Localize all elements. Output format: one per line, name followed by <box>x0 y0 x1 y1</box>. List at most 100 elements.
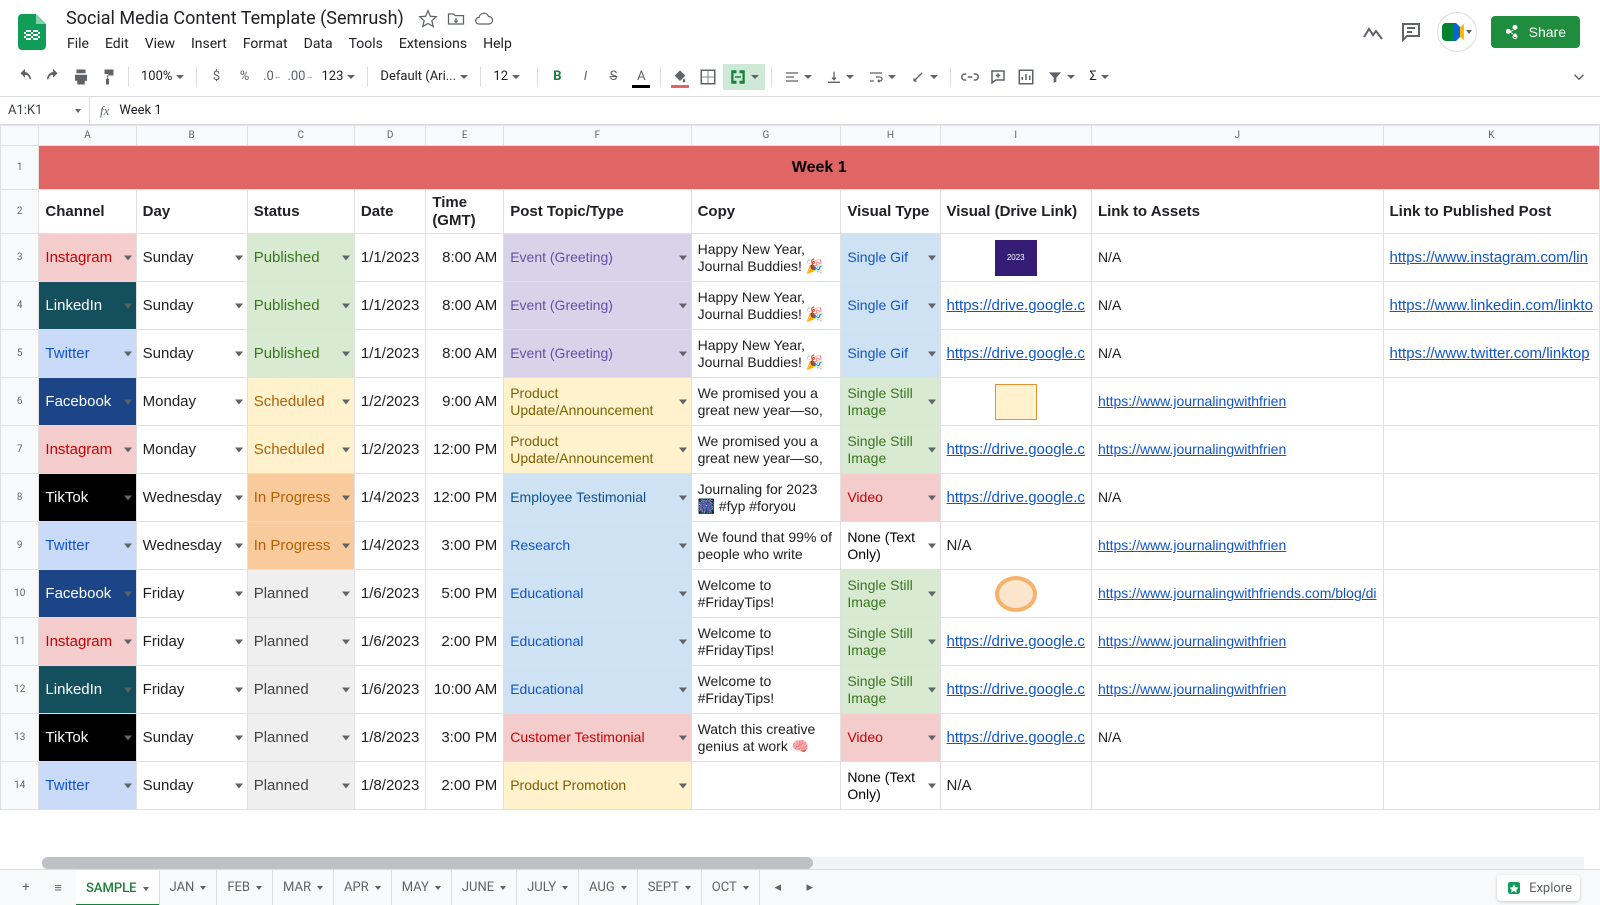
col-header-C[interactable]: C <box>247 126 354 146</box>
assets-cell[interactable]: https://www.journalingwithfriends.com/bl… <box>1091 570 1383 618</box>
topic-cell[interactable]: Product Update/Announcement <box>504 426 691 474</box>
row-header-8[interactable]: 8 <box>1 474 39 522</box>
channel-cell[interactable]: Twitter <box>39 522 136 570</box>
published-link-cell[interactable] <box>1383 378 1599 426</box>
merge-cells-button[interactable] <box>723 64 765 90</box>
assets-cell[interactable] <box>1091 762 1383 810</box>
font-family-dropdown[interactable]: Default (Ari... <box>374 64 474 90</box>
topic-cell[interactable]: Event (Greeting) <box>504 234 691 282</box>
font-size-dropdown[interactable]: 12 <box>487 64 531 90</box>
topic-cell[interactable]: Research <box>504 522 691 570</box>
assets-cell[interactable]: N/A <box>1091 714 1383 762</box>
published-link-cell[interactable] <box>1383 570 1599 618</box>
column-header[interactable]: Post Topic/Type <box>504 190 691 234</box>
date-cell[interactable]: 1/1/2023 <box>354 282 425 330</box>
row-header-14[interactable]: 14 <box>1 762 39 810</box>
visual-cell[interactable]: 2023 <box>940 234 1091 282</box>
date-cell[interactable]: 1/6/2023 <box>354 618 425 666</box>
topic-cell[interactable]: Educational <box>504 618 691 666</box>
channel-cell[interactable]: TikTok <box>39 474 136 522</box>
visual-type-cell[interactable]: Single Gif <box>841 330 940 378</box>
channel-cell[interactable]: TikTok <box>39 714 136 762</box>
menu-tools[interactable]: Tools <box>342 32 390 56</box>
time-cell[interactable]: 8:00 AM <box>426 282 504 330</box>
insert-chart-button[interactable] <box>1013 64 1039 90</box>
time-cell[interactable]: 3:00 PM <box>426 522 504 570</box>
topic-cell[interactable]: Educational <box>504 570 691 618</box>
status-cell[interactable]: Planned <box>247 570 354 618</box>
column-header[interactable]: Link to Assets <box>1091 190 1383 234</box>
channel-cell[interactable]: Twitter <box>39 330 136 378</box>
col-header-F[interactable]: F <box>504 126 691 146</box>
menu-view[interactable]: View <box>138 32 182 56</box>
date-cell[interactable]: 1/2/2023 <box>354 378 425 426</box>
topic-cell[interactable]: Customer Testimonial <box>504 714 691 762</box>
time-cell[interactable]: 12:00 PM <box>426 426 504 474</box>
date-cell[interactable]: 1/1/2023 <box>354 234 425 282</box>
functions-button[interactable]: Σ <box>1083 64 1114 90</box>
topic-cell[interactable]: Employee Testimonial <box>504 474 691 522</box>
column-header[interactable]: Time (GMT) <box>426 190 504 234</box>
day-cell[interactable]: Friday <box>136 666 247 714</box>
copy-cell[interactable]: Welcome to #FridayTips! <box>691 618 841 666</box>
row-header-11[interactable]: 11 <box>1 618 39 666</box>
column-header[interactable]: Date <box>354 190 425 234</box>
row-header-4[interactable]: 4 <box>1 282 39 330</box>
day-cell[interactable]: Friday <box>136 618 247 666</box>
column-header[interactable]: Link to Published Post <box>1383 190 1599 234</box>
filter-button[interactable] <box>1041 64 1081 90</box>
sheet-tab-jan[interactable]: JAN <box>160 870 218 905</box>
published-link-cell[interactable] <box>1383 714 1599 762</box>
row-header-2[interactable]: 2 <box>1 190 39 234</box>
visual-cell[interactable]: https://drive.google.c <box>940 714 1091 762</box>
all-sheets-button[interactable]: ≡ <box>44 874 72 902</box>
column-header[interactable]: Channel <box>39 190 136 234</box>
col-header-G[interactable]: G <box>691 126 841 146</box>
status-cell[interactable]: Scheduled <box>247 378 354 426</box>
visual-type-cell[interactable]: Single Still Image <box>841 666 940 714</box>
sheet-tab-may[interactable]: MAY <box>392 870 452 905</box>
expand-toolbar-button[interactable] <box>1566 64 1592 90</box>
currency-button[interactable]: $ <box>203 64 229 90</box>
channel-cell[interactable]: Instagram <box>39 234 136 282</box>
published-link-cell[interactable]: https://www.instagram.com/lin <box>1383 234 1599 282</box>
assets-cell[interactable]: https://www.journalingwithfrien <box>1091 426 1383 474</box>
column-header[interactable]: Visual Type <box>841 190 940 234</box>
visual-cell[interactable]: https://drive.google.c <box>940 618 1091 666</box>
status-cell[interactable]: In Progress <box>247 474 354 522</box>
day-cell[interactable]: Friday <box>136 570 247 618</box>
copy-cell[interactable]: We found that 99% of people who write <box>691 522 841 570</box>
insert-link-button[interactable] <box>957 64 983 90</box>
menu-help[interactable]: Help <box>476 32 519 56</box>
published-link-cell[interactable] <box>1383 666 1599 714</box>
sheet-tab-sept[interactable]: SEPT <box>638 870 702 905</box>
visual-cell[interactable]: https://drive.google.c <box>940 282 1091 330</box>
date-cell[interactable]: 1/1/2023 <box>354 330 425 378</box>
more-formats-dropdown[interactable]: 123 <box>316 64 362 90</box>
col-header-D[interactable]: D <box>354 126 425 146</box>
visual-type-cell[interactable]: Single Gif <box>841 234 940 282</box>
copy-cell[interactable]: Welcome to #FridayTips! <box>691 666 841 714</box>
published-link-cell[interactable] <box>1383 762 1599 810</box>
italic-button[interactable]: I <box>572 64 598 90</box>
zoom-dropdown[interactable]: 100% <box>135 64 190 90</box>
increase-decimal-button[interactable]: .00→ <box>287 64 313 90</box>
visual-type-cell[interactable]: Single Still Image <box>841 378 940 426</box>
assets-cell[interactable]: N/A <box>1091 474 1383 522</box>
assets-cell[interactable]: https://www.journalingwithfrien <box>1091 378 1383 426</box>
scroll-tabs-left[interactable]: ◂ <box>764 874 792 902</box>
row-header-13[interactable]: 13 <box>1 714 39 762</box>
star-icon[interactable] <box>418 9 438 29</box>
visual-cell[interactable]: N/A <box>940 762 1091 810</box>
visual-type-cell[interactable]: Single Still Image <box>841 426 940 474</box>
col-header-H[interactable]: H <box>841 126 940 146</box>
print-button[interactable] <box>68 64 94 90</box>
row-header-12[interactable]: 12 <box>1 666 39 714</box>
cloud-icon[interactable] <box>474 9 494 29</box>
paint-format-button[interactable] <box>96 64 122 90</box>
row-header-3[interactable]: 3 <box>1 234 39 282</box>
day-cell[interactable]: Sunday <box>136 714 247 762</box>
time-cell[interactable]: 8:00 AM <box>426 330 504 378</box>
share-button[interactable]: Share <box>1491 16 1580 48</box>
date-cell[interactable]: 1/6/2023 <box>354 570 425 618</box>
